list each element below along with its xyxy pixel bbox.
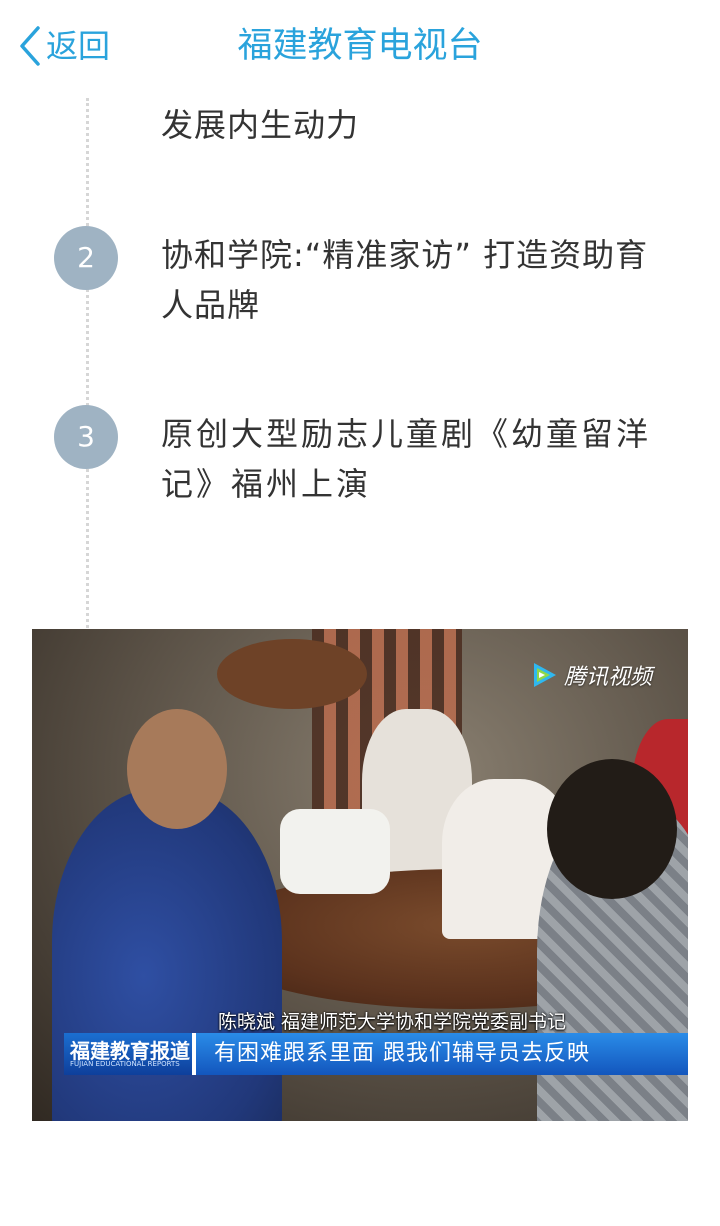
- watermark-text: 腾讯视频: [564, 665, 653, 690]
- video-scene-rice-cooker: [280, 809, 390, 894]
- lower-third-banner: 福建教育报道 FUJIAN EDUCATIONAL REPORTS 有困难跟系里…: [64, 1033, 688, 1075]
- tencent-video-watermark: 腾讯视频: [528, 659, 652, 691]
- play-logo-icon: [534, 663, 556, 687]
- item-number-badge: 3: [54, 405, 118, 469]
- video-scene-head: [127, 709, 227, 829]
- top-nav-bar: 返回 福建教育电视台: [0, 0, 720, 92]
- video-scene-basket: [217, 639, 367, 709]
- list-item-title: 原创大型励志儿童剧《幼童留洋记》福州上演: [161, 415, 652, 503]
- program-logo: 福建教育报道 FUJIAN EDUCATIONAL REPORTS: [64, 1033, 192, 1075]
- video-subtitle: 有困难跟系里面 跟我们辅导员去反映: [192, 1033, 688, 1075]
- speaker-caption: 陈晓斌 福建师范大学协和学院党委副书记: [218, 1011, 567, 1033]
- item-number-badge: 2: [54, 226, 118, 290]
- page-title: 福建教育电视台: [237, 26, 483, 66]
- video-scene-head: [547, 759, 677, 899]
- video-player[interactable]: 腾讯视频 陈晓斌 福建师范大学协和学院党委副书记 福建教育报道 FUJIAN E…: [32, 629, 688, 1121]
- program-logo-subtext: FUJIAN EDUCATIONAL REPORTS: [70, 1060, 180, 1068]
- timeline-line: [86, 98, 89, 628]
- list-item-title: 协和学院:“精准家访” 打造资助育人品牌: [161, 236, 649, 324]
- list-item-title: 发展内生动力: [161, 106, 360, 144]
